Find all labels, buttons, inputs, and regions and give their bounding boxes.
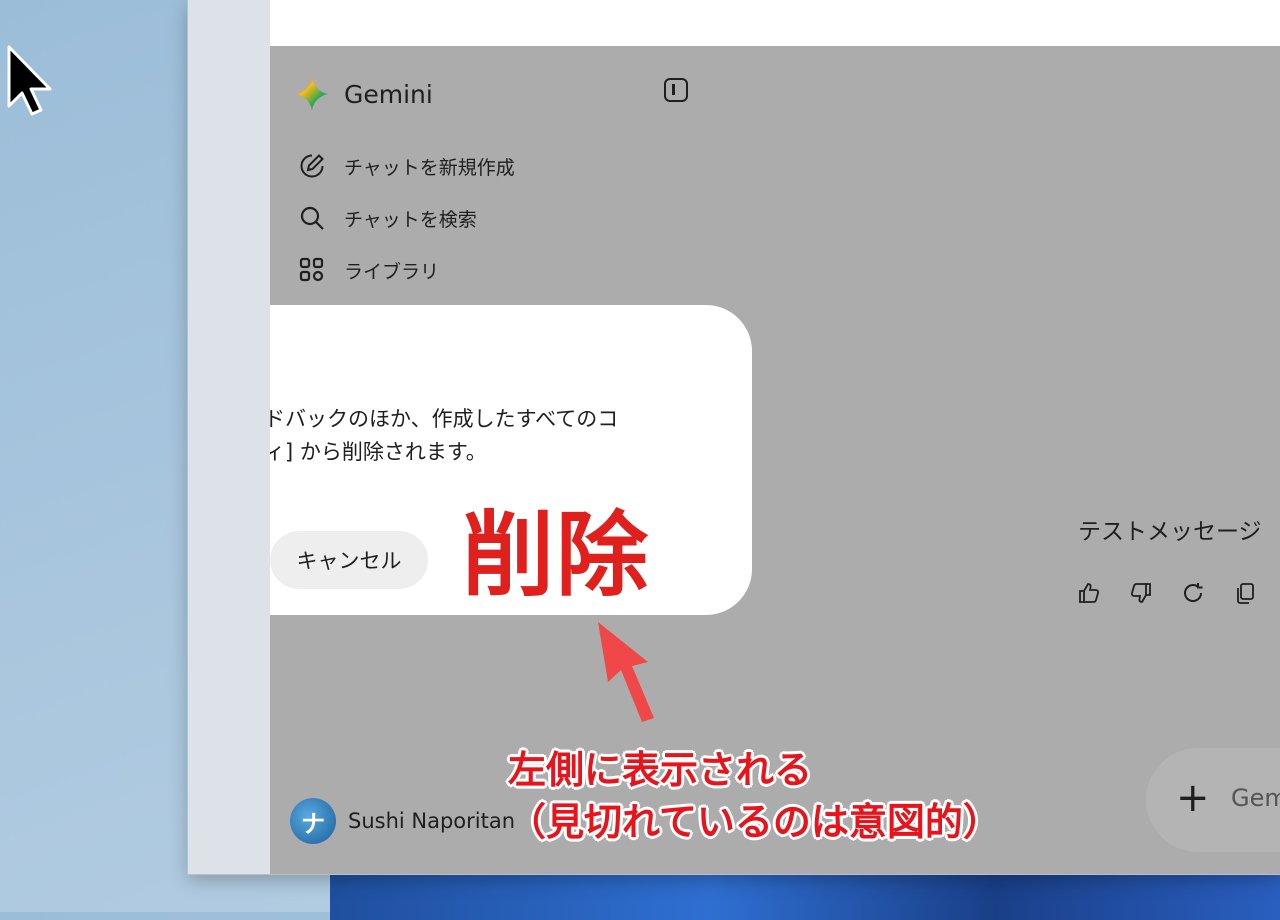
- annotation-arrow-icon: [598, 622, 654, 722]
- modal-overlay[interactable]: Gemini チャットを新規作成 チャットを検索 ライブラリ ドバックのほか、作…: [270, 46, 1280, 874]
- user-profile[interactable]: ナ Sushi Naporitan: [290, 798, 515, 844]
- gemini-sparkle-icon: [295, 77, 329, 111]
- regenerate-icon[interactable]: [1180, 580, 1206, 606]
- library-grid-icon: [298, 256, 326, 284]
- sidebar-item-label: チャットを新規作成: [344, 156, 515, 179]
- sidebar-item-search-chat[interactable]: チャットを検索: [298, 204, 477, 232]
- annotation-note: 左側に表示される （見切れているのは意図的）: [508, 744, 1001, 848]
- thumbs-up-icon[interactable]: [1076, 580, 1102, 606]
- dialog-message-line: ドバックのほか、作成したすべてのコ: [270, 407, 619, 431]
- copy-icon[interactable]: [1232, 580, 1258, 606]
- avatar: ナ: [290, 798, 336, 844]
- sidebar-item-library[interactable]: ライブラリ: [298, 256, 439, 284]
- app-title: Gemini: [344, 79, 433, 109]
- sidebar-toggle-icon[interactable]: [664, 78, 688, 102]
- mouse-cursor-icon: [7, 45, 52, 116]
- brand: Gemini: [294, 76, 433, 112]
- top-bar: [270, 0, 1280, 46]
- sidebar-item-new-chat[interactable]: チャットを新規作成: [298, 152, 515, 180]
- chat-input[interactable]: + Gem: [1146, 748, 1280, 852]
- cancel-button[interactable]: キャンセル: [270, 531, 428, 589]
- delete-confirm-dialog: ドバックのほか、作成したすべてのコ ィ] から削除されます。 キャンセル 削除: [270, 305, 752, 615]
- browser-window: Gemini チャットを新規作成 チャットを検索 ライブラリ ドバックのほか、作…: [188, 0, 1280, 874]
- search-icon: [298, 204, 326, 232]
- edit-pen-icon: [298, 152, 326, 180]
- dialog-message: ドバックのほか、作成したすべてのコ ィ] から削除されます。: [270, 403, 618, 469]
- chat-input-placeholder: Gem: [1231, 784, 1280, 812]
- dialog-message-line: ィ] から削除されます。: [270, 440, 487, 464]
- annotation-note-line: （見切れているのは意図的）: [508, 800, 1001, 844]
- user-name: Sushi Naporitan: [348, 809, 516, 833]
- annotation-note-line: 左側に表示される: [508, 748, 813, 792]
- sidebar-item-label: チャットを検索: [344, 208, 477, 231]
- message-actions: [1076, 580, 1258, 606]
- delete-annotation-label: 削除: [462, 502, 651, 609]
- thumbs-down-icon[interactable]: [1128, 580, 1154, 606]
- plus-icon[interactable]: +: [1176, 776, 1210, 820]
- chat-message: テストメッセージ: [1078, 519, 1262, 545]
- sidebar-item-label: ライブラリ: [344, 260, 440, 283]
